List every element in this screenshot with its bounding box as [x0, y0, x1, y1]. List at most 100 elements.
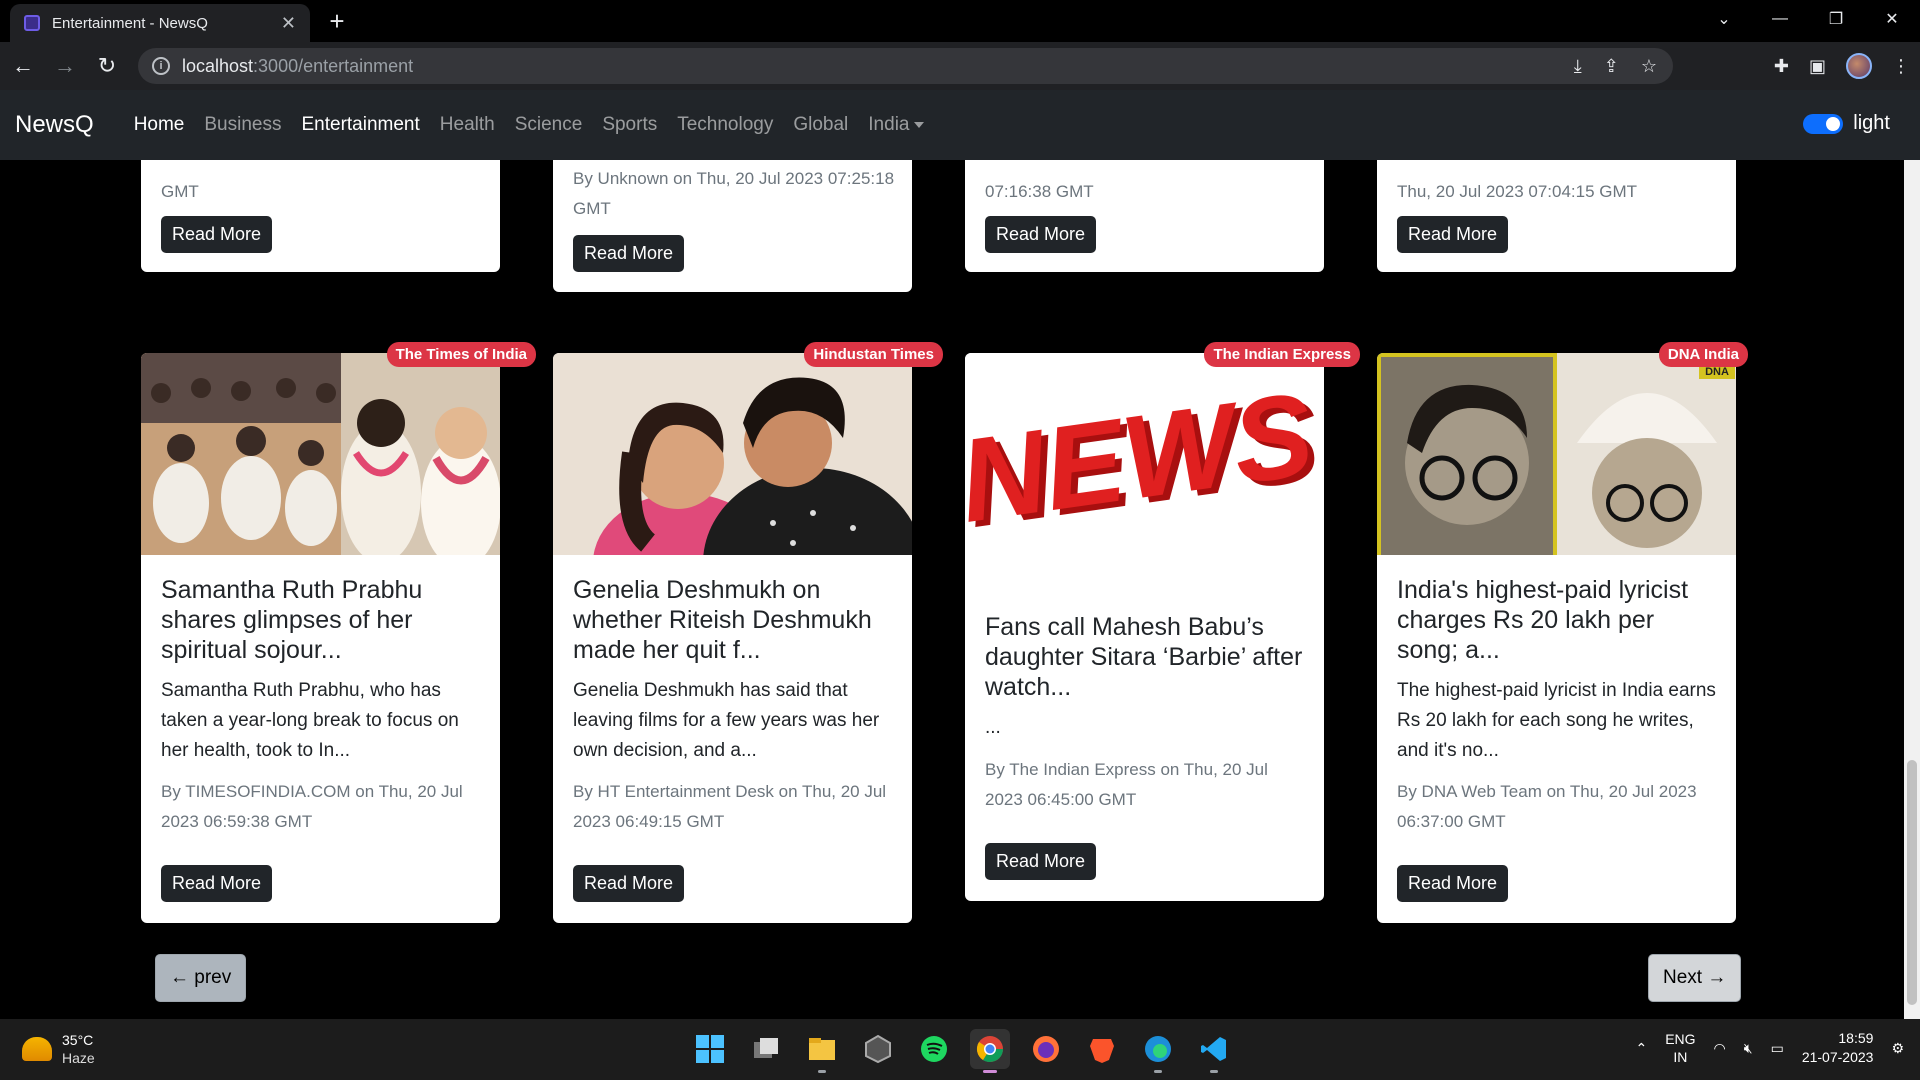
brave-button[interactable]: [1082, 1029, 1122, 1069]
firefox-button[interactable]: [1026, 1029, 1066, 1069]
article-image[interactable]: DNA: [1377, 353, 1736, 555]
nav-dropdown-india[interactable]: India: [858, 114, 934, 136]
card-title: Samantha Ruth Prabhu shares glimpses of …: [161, 576, 423, 664]
back-button[interactable]: ←: [4, 47, 42, 85]
browser-tab[interactable]: Entertainment - NewsQ ✕: [10, 4, 310, 42]
browser-menu-icon[interactable]: ⋮: [1892, 56, 1910, 77]
news-card: GMT Read More: [141, 160, 500, 272]
card-meta: By Unknown on Thu, 20 Jul 2023 07:25:18 …: [573, 169, 895, 218]
start-button[interactable]: [690, 1029, 730, 1069]
chevron-down-icon: [914, 121, 925, 128]
nav-link-technology[interactable]: Technology: [667, 114, 783, 136]
close-tab-icon[interactable]: ✕: [281, 13, 296, 34]
article-image-graphic: [141, 353, 500, 555]
vscode-button[interactable]: [1194, 1029, 1234, 1073]
news-card: DNA DNA India India's highest-paid lyric…: [1377, 342, 1748, 923]
news-card: The Times of India Samantha Ruth Prabhu …: [141, 342, 536, 923]
read-more-button[interactable]: Read More: [573, 865, 685, 902]
windows-start-icon: [696, 1035, 724, 1063]
install-app-icon[interactable]: ⤓: [1574, 56, 1582, 77]
brand-logo[interactable]: NewsQ: [15, 111, 94, 139]
weather-widget[interactable]: 35°C Haze: [22, 1031, 95, 1067]
read-more-button[interactable]: Read More: [573, 235, 685, 272]
card-description: Samantha Ruth Prabhu, who has taken a ye…: [161, 680, 459, 761]
nav-link-home[interactable]: Home: [124, 114, 195, 136]
close-window-button[interactable]: ✕: [1864, 0, 1920, 38]
card-title: Genelia Deshmukh on whether Riteish Desh…: [573, 576, 872, 664]
site-info-icon[interactable]: i: [152, 57, 170, 75]
tab-title: Entertainment - NewsQ: [52, 14, 208, 32]
url-input[interactable]: i localhost:3000/entertainment ⤓ ⇪ ☆: [138, 48, 1673, 84]
side-panel-icon[interactable]: ▣: [1809, 56, 1826, 77]
card-meta: By The Indian Express on Thu, 20 Jul 202…: [985, 760, 1268, 809]
vscode-icon: [1201, 1037, 1226, 1061]
chrome-button[interactable]: [970, 1029, 1010, 1073]
nav-link-health[interactable]: Health: [430, 114, 505, 136]
card-description: The highest-paid lyricist in India earns…: [1397, 680, 1716, 761]
address-bar-row: ← → ↻ i localhost:3000/entertainment ⤓ ⇪…: [0, 42, 1920, 90]
card-meta: 07:16:38 GMT: [985, 182, 1094, 201]
nav-link-sports[interactable]: Sports: [592, 114, 667, 136]
weather-haze-icon: [22, 1037, 52, 1061]
hexagon-app-icon: [865, 1034, 891, 1064]
theme-toggle-switch[interactable]: [1803, 113, 1844, 134]
read-more-button[interactable]: Read More: [1397, 865, 1509, 902]
tab-search-icon[interactable]: ⌄: [1696, 0, 1752, 38]
article-image[interactable]: [553, 353, 912, 555]
minimize-button[interactable]: —: [1752, 0, 1808, 38]
news-card: Thu, 20 Jul 2023 07:04:15 GMT Read More: [1377, 160, 1736, 272]
scrollbar-thumb[interactable]: [1907, 760, 1917, 1005]
article-image-graphic: NEWS NEWS: [965, 353, 1324, 555]
nav-link-business[interactable]: Business: [194, 114, 291, 136]
taskbar-apps: [690, 1029, 1234, 1073]
page-scrollbar[interactable]: [1904, 160, 1920, 1019]
nav-links: Home Business Entertainment Health Scien…: [124, 114, 935, 136]
nav-link-global[interactable]: Global: [783, 114, 858, 136]
nav-link-science[interactable]: Science: [505, 114, 593, 136]
brave-lion-icon: [1090, 1039, 1114, 1063]
card-meta: GMT: [161, 182, 199, 201]
extensions-icon[interactable]: ✚: [1774, 56, 1789, 77]
volume-muted-icon[interactable]: 🔇︎: [1744, 1040, 1753, 1057]
notification-icon[interactable]: ⚙: [1891, 1040, 1904, 1057]
wifi-icon[interactable]: ◠: [1714, 1040, 1726, 1057]
profile-avatar[interactable]: [1846, 53, 1872, 79]
card-title: Fans call Mahesh Babu’s daughter Sitara …: [985, 613, 1303, 701]
read-more-button[interactable]: Read More: [1397, 216, 1509, 253]
language-indicator[interactable]: ENG IN: [1665, 1030, 1695, 1066]
nav-link-entertainment[interactable]: Entertainment: [291, 114, 429, 136]
read-more-button[interactable]: Read More: [985, 843, 1097, 880]
spotify-icon: [921, 1036, 947, 1062]
theme-label: light: [1853, 112, 1890, 134]
file-explorer-button[interactable]: [802, 1029, 842, 1073]
app-button[interactable]: [858, 1029, 898, 1069]
prev-page-button[interactable]: ← prev: [155, 954, 247, 1002]
source-badge: The Indian Express: [1204, 342, 1360, 367]
region-code: IN: [1673, 1049, 1688, 1065]
chevron-up-icon[interactable]: ⌃: [1635, 1040, 1647, 1057]
bookmark-star-icon[interactable]: ☆: [1641, 56, 1657, 77]
edge-button[interactable]: [1138, 1029, 1178, 1073]
article-image[interactable]: [141, 353, 500, 555]
source-badge: Hindustan Times: [804, 342, 943, 367]
forward-button[interactable]: →: [46, 47, 84, 85]
running-indicator: [1210, 1070, 1218, 1073]
url-host: localhost: [182, 55, 254, 76]
nav-link-india: India: [868, 114, 910, 135]
read-more-button[interactable]: Read More: [161, 865, 273, 902]
article-image-graphic: DNA: [1377, 353, 1736, 555]
share-icon[interactable]: ⇪: [1604, 56, 1619, 77]
article-image[interactable]: NEWS NEWS: [965, 353, 1324, 555]
read-more-button[interactable]: Read More: [161, 216, 273, 253]
read-more-button[interactable]: Read More: [985, 216, 1097, 253]
card-title: India's highest-paid lyricist charges Rs…: [1397, 576, 1689, 664]
restore-button[interactable]: ❐: [1808, 0, 1864, 38]
next-page-button[interactable]: Next →: [1648, 954, 1742, 1002]
url-path: :3000/entertainment: [253, 55, 414, 76]
battery-icon[interactable]: ▭: [1771, 1040, 1784, 1057]
new-tab-button[interactable]: +: [322, 6, 352, 36]
reload-button[interactable]: ↻: [88, 47, 126, 85]
clock[interactable]: 18:59 21-07-2023: [1802, 1029, 1874, 1067]
spotify-button[interactable]: [914, 1029, 954, 1069]
task-view-button[interactable]: [746, 1029, 786, 1069]
